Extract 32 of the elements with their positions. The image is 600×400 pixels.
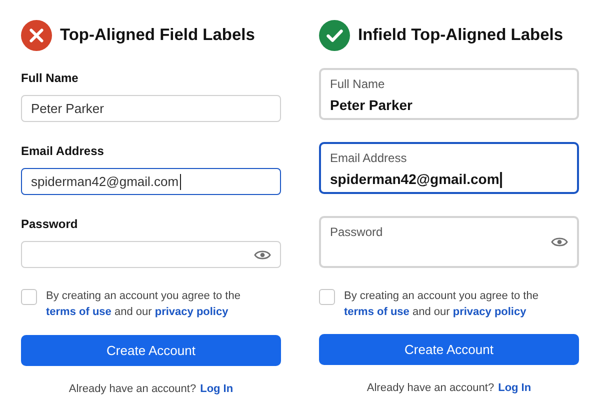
- floating-label: Full Name: [330, 76, 386, 93]
- checkbox[interactable]: [21, 289, 37, 305]
- input-field[interactable]: Peter Parker: [21, 95, 281, 122]
- field-label: Full Name: [21, 70, 80, 87]
- field-label: Email Address: [21, 143, 105, 160]
- consent-text: By creating an account you agree to the terms of use and our privacy policy: [344, 289, 540, 320]
- create-account-button[interactable]: Create Account: [21, 335, 281, 366]
- login-link[interactable]: Log In: [498, 380, 532, 396]
- login-link[interactable]: Log In: [200, 381, 234, 398]
- privacy-link[interactable]: privacy policy: [452, 306, 526, 318]
- eye-icon[interactable]: [551, 236, 568, 248]
- text-cursor: [180, 174, 182, 190]
- eye-icon[interactable]: [254, 248, 271, 260]
- input-field[interactable]: Full Name Peter Parker: [319, 68, 579, 120]
- privacy-link[interactable]: privacy policy: [154, 306, 228, 318]
- checkbox[interactable]: [319, 289, 335, 305]
- consent-text: By creating an account you agree to the terms of use and our privacy policy: [46, 289, 242, 320]
- section-title: Infield Top-Aligned Labels: [358, 25, 564, 46]
- input-field[interactable]: spiderman42@gmail.com: [21, 168, 281, 195]
- create-account-button[interactable]: Create Account: [319, 334, 579, 365]
- input-field[interactable]: Email Address spiderman42@gmail.com: [319, 142, 579, 194]
- login-prompt: Already have an account?: [366, 381, 494, 396]
- password-field[interactable]: [21, 241, 281, 268]
- password-field[interactable]: Password: [319, 216, 579, 268]
- login-prompt: Already have an account?: [68, 382, 196, 397]
- terms-link[interactable]: terms of use: [46, 306, 112, 318]
- floating-label: Email Address: [330, 150, 408, 167]
- field-label: Password: [21, 216, 79, 233]
- text-cursor: [500, 172, 502, 188]
- floating-label: Password: [330, 224, 383, 241]
- terms-link[interactable]: terms of use: [344, 306, 410, 318]
- section-title: Top-Aligned Field Labels: [60, 25, 255, 46]
